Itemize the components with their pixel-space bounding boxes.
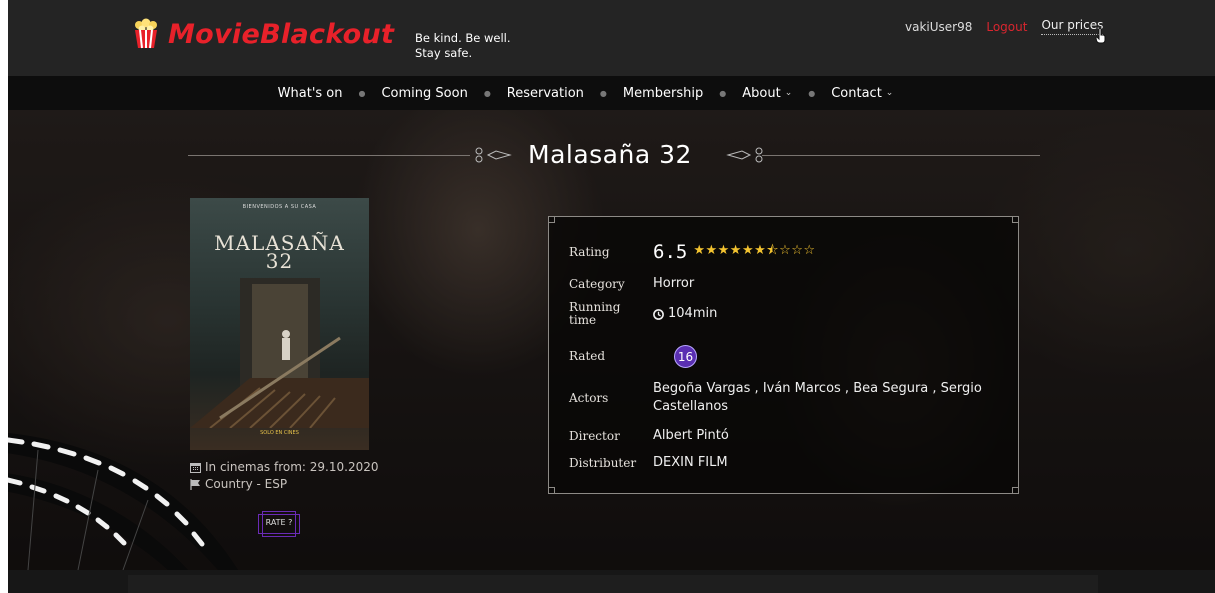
panel-corner xyxy=(548,487,555,494)
panel-corner xyxy=(548,216,555,223)
nav-label: Reservation xyxy=(506,85,584,101)
running-time-value: 104min xyxy=(668,306,718,321)
rating-row: Rating 6.5 ★★★★★★⯪☆☆☆ xyxy=(569,241,816,263)
nav-label: What's on xyxy=(277,85,343,101)
nav-label: Contact xyxy=(831,85,882,101)
rating-label: Rating xyxy=(569,244,610,259)
distributer-value: DEXIN FILM xyxy=(653,455,728,470)
rate-label: RATE ? xyxy=(265,518,293,527)
hand-cursor-icon xyxy=(1095,27,1107,48)
movie-hero: Malasaña 32 BIENVENIDOS A SU CASA MALASA… xyxy=(8,110,1215,570)
logout-link[interactable]: Logout xyxy=(986,20,1027,34)
brand-name: MovieBlackout xyxy=(168,18,395,50)
nav-separator: ● xyxy=(483,88,491,98)
tagline-line-2: Stay safe. xyxy=(415,46,473,60)
poster-top-text: BIENVENIDOS A SU CASA xyxy=(242,204,317,210)
site-logo[interactable]: MovieBlackout xyxy=(130,18,394,50)
nav-label: About xyxy=(742,85,781,101)
popcorn-icon xyxy=(130,18,164,50)
rated-label: Rated xyxy=(569,349,606,363)
rate-button[interactable]: RATE ? xyxy=(258,511,300,537)
category-row: Category Horror xyxy=(569,275,694,293)
nav-label: Membership xyxy=(622,85,704,101)
movie-poster: BIENVENIDOS A SU CASA MALASAÑA 32 SOLO E… xyxy=(190,198,369,450)
category-label: Category xyxy=(569,276,625,291)
category-value: Horror xyxy=(653,276,695,291)
nav-contact[interactable]: Contact ⌄ xyxy=(831,86,893,101)
running-time-row: Running time 104min xyxy=(569,301,717,327)
footer-bar xyxy=(8,570,1215,593)
site-header: MovieBlackout Be kind. Be well. Stay saf… xyxy=(8,0,1215,76)
username-link[interactable]: vakiUser98 xyxy=(905,20,972,34)
rating-value: 6.5 xyxy=(653,241,688,263)
panel-corner xyxy=(1012,487,1019,494)
poster-art xyxy=(190,278,369,428)
movie-details-panel: Rating 6.5 ★★★★★★⯪☆☆☆ Category Horror Ru… xyxy=(548,216,1019,494)
director-value: Albert Pintó xyxy=(653,428,729,443)
actors-value: Begoña Vargas , Iván Marcos , Bea Segura… xyxy=(653,381,982,414)
actors-label: Actors xyxy=(569,390,609,405)
nav-separator: ● xyxy=(358,88,366,98)
clock-icon xyxy=(653,308,664,320)
director-row: Director Albert Pintó xyxy=(569,427,729,445)
star-rating: ★★★★★★⯪☆☆☆ xyxy=(693,243,816,258)
running-time-label: Running time xyxy=(569,300,621,327)
chevron-down-icon: ⌄ xyxy=(885,88,894,98)
footer-inner xyxy=(128,575,1098,593)
title-divider-right xyxy=(762,155,1040,156)
distributer-row: Distributer DEXIN FILM xyxy=(569,454,728,472)
actors-row: Actors Begoña Vargas , Iván Marcos , Bea… xyxy=(569,380,989,416)
nav-reservation[interactable]: Reservation xyxy=(507,86,584,101)
nav-label: Coming Soon xyxy=(381,85,468,101)
poster-title: MALASAÑA 32 xyxy=(190,233,369,271)
page: MovieBlackout Be kind. Be well. Stay saf… xyxy=(8,0,1215,593)
nav-separator: ● xyxy=(719,88,727,98)
film-strip-decoration xyxy=(8,433,238,570)
nav-separator: ● xyxy=(599,88,607,98)
tagline: Be kind. Be well. Stay safe. xyxy=(415,31,511,61)
rated-row: Rated 16 xyxy=(569,345,697,368)
distributer-label: Distributer xyxy=(569,455,637,470)
ornament-right-icon xyxy=(726,147,763,163)
panel-corner xyxy=(1012,216,1019,223)
user-bar: vakiUser98 Logout Our prices xyxy=(905,18,1104,35)
nav-separator: ● xyxy=(808,88,816,98)
movie-title: Malasaña 32 xyxy=(528,140,692,169)
chevron-down-icon: ⌄ xyxy=(784,88,793,98)
nav-about[interactable]: About ⌄ xyxy=(742,86,792,101)
running-time-wrap: 104min xyxy=(653,305,717,323)
title-divider-left xyxy=(188,155,470,156)
main-nav: What's on ● Coming Soon ● Reservation ● … xyxy=(8,76,1215,110)
nav-membership[interactable]: Membership xyxy=(623,86,703,101)
nav-coming-soon[interactable]: Coming Soon xyxy=(381,86,467,101)
tagline-line-1: Be kind. Be well. xyxy=(415,31,511,45)
age-rating-badge: 16 xyxy=(674,345,697,368)
movie-title-row: Malasaña 32 xyxy=(188,140,1040,172)
director-label: Director xyxy=(569,428,620,443)
ornament-left-icon xyxy=(475,147,512,163)
nav-whats-on[interactable]: What's on xyxy=(278,86,343,101)
